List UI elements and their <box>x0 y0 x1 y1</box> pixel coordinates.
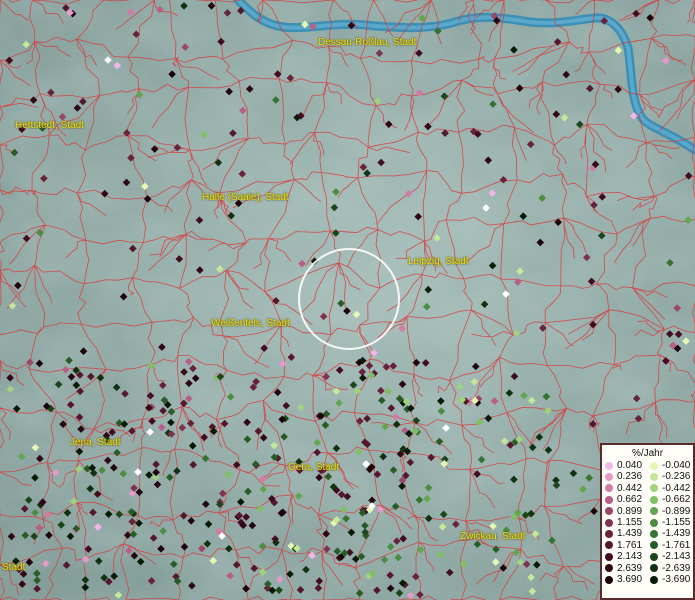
legend-swatch <box>650 461 658 470</box>
legend-value: -0.236 <box>662 471 691 483</box>
legend-title: %/Jahr <box>631 448 664 459</box>
legend-swatch <box>605 541 613 550</box>
legend-swatch <box>605 507 613 516</box>
city-label-leipzig: Leipzig, Stadt <box>408 256 469 267</box>
legend-swatch <box>650 484 658 493</box>
legend-value: 0.236 <box>617 471 643 483</box>
legend-swatch <box>605 530 613 539</box>
legend-entry-positive: 0.442 <box>602 483 647 494</box>
legend-row: 1.155 -1.155 <box>602 517 693 528</box>
legend-entry-negative: -0.662 <box>647 494 692 505</box>
legend-swatch <box>605 461 613 470</box>
legend-value: 0.040 <box>617 460 643 471</box>
legend-value: -2.639 <box>662 562 691 574</box>
legend-value: 3.690 <box>617 573 643 585</box>
legend-value: 2.639 <box>617 562 643 574</box>
legend-row: 0.442 -0.442 <box>602 483 693 494</box>
legend-value: 0.442 <box>617 482 643 494</box>
city-label-jena: Jena, Stadt <box>70 437 121 448</box>
legend-row: 0.236 -0.236 <box>602 471 693 482</box>
legend-swatch <box>650 518 658 527</box>
legend-value: 2.143 <box>617 551 643 563</box>
legend-swatch <box>650 507 658 516</box>
legend-entry-negative: -0.442 <box>647 483 692 494</box>
legend-value: -0.442 <box>662 482 691 494</box>
legend-entry-positive: 2.143 <box>602 551 647 562</box>
legend-swatch <box>605 564 613 573</box>
legend-swatch <box>650 495 658 504</box>
legend-swatch <box>605 484 613 493</box>
legend-entry-negative: -1.439 <box>647 528 692 539</box>
legend-rows: 0.040 -0.040 0.236 -0.236 0.442 -0.442 0.662 -0… <box>602 460 693 585</box>
legend-swatch <box>650 473 658 482</box>
legend-entry-negative: -0.040 <box>647 460 692 471</box>
legend-value: 0.662 <box>617 494 643 506</box>
legend-entry-negative: -3.690 <box>647 574 692 585</box>
legend-entry-negative: -0.899 <box>647 506 692 517</box>
city-label-stadt-sw: Stadt <box>2 562 26 573</box>
legend-row: 1.761 -1.761 <box>602 540 693 551</box>
legend-swatch <box>650 564 658 573</box>
legend-row: 0.899 -0.899 <box>602 506 693 517</box>
legend-swatch <box>605 575 613 584</box>
legend-entry-positive: 0.899 <box>602 506 647 517</box>
legend-entry-negative: -1.155 <box>647 517 692 528</box>
legend-entry-negative: -2.639 <box>647 563 692 574</box>
legend-entry-positive: 1.761 <box>602 540 647 551</box>
city-label-weissenfels: Weißenfels, Stadt <box>211 318 290 329</box>
legend-entry-negative: -2.143 <box>647 551 692 562</box>
legend-row: 0.662 -0.662 <box>602 494 693 505</box>
legend-value: -3.690 <box>662 573 691 585</box>
legend-value: -1.155 <box>662 516 691 528</box>
city-label-gera: Gera, Stadt <box>288 462 340 473</box>
legend-swatch <box>605 473 613 482</box>
legend-entry-positive: 0.040 <box>602 460 647 471</box>
selection-circle-layer <box>298 248 400 350</box>
legend-row: 2.639 -2.639 <box>602 563 693 574</box>
legend-entry-positive: 1.439 <box>602 528 647 539</box>
legend-entry-negative: -0.236 <box>647 471 692 482</box>
legend-row: 2.143 -2.143 <box>602 551 693 562</box>
legend-row: 0.040 -0.040 <box>602 460 693 471</box>
legend-value: -1.761 <box>662 539 691 551</box>
legend-value: -0.899 <box>662 505 691 517</box>
selection-circle[interactable] <box>298 248 400 350</box>
legend: %/Jahr 0.040 -0.040 0.236 -0.236 0.442 -0.442… <box>600 443 695 600</box>
city-label-halle: Halle (Saale), Stadt <box>202 192 289 203</box>
legend-swatch <box>605 552 613 561</box>
legend-entry-positive: 0.662 <box>602 494 647 505</box>
legend-value: -2.143 <box>662 551 691 563</box>
legend-swatch <box>650 575 658 584</box>
city-label-hettstedt: Hettstedt, Stadt <box>15 120 84 131</box>
legend-swatch <box>605 518 613 527</box>
legend-entry-positive: 1.155 <box>602 517 647 528</box>
legend-swatch <box>605 495 613 504</box>
legend-value: -0.662 <box>662 494 691 506</box>
map-view[interactable]: Dessau-Roßlau, Stadt Hettstedt, Stadt Ha… <box>0 0 695 600</box>
legend-entry-positive: 3.690 <box>602 574 647 585</box>
legend-swatch <box>650 552 658 561</box>
city-label-dessau: Dessau-Roßlau, Stadt <box>318 37 417 48</box>
legend-swatch <box>650 541 658 550</box>
legend-value: 0.899 <box>617 505 643 517</box>
legend-value: 1.155 <box>617 516 643 528</box>
legend-row: 3.690 -3.690 <box>602 574 693 585</box>
legend-value: 1.439 <box>617 528 643 540</box>
legend-swatch <box>650 530 658 539</box>
legend-entry-positive: 0.236 <box>602 471 647 482</box>
legend-value: -1.439 <box>662 528 691 540</box>
legend-row: 1.439 -1.439 <box>602 528 693 539</box>
legend-entry-negative: -1.761 <box>647 540 692 551</box>
city-label-zwickau: Zwickau, Stadt <box>460 531 526 542</box>
legend-entry-positive: 2.639 <box>602 563 647 574</box>
legend-value: 1.761 <box>617 539 643 551</box>
legend-value: -0.040 <box>662 460 691 471</box>
